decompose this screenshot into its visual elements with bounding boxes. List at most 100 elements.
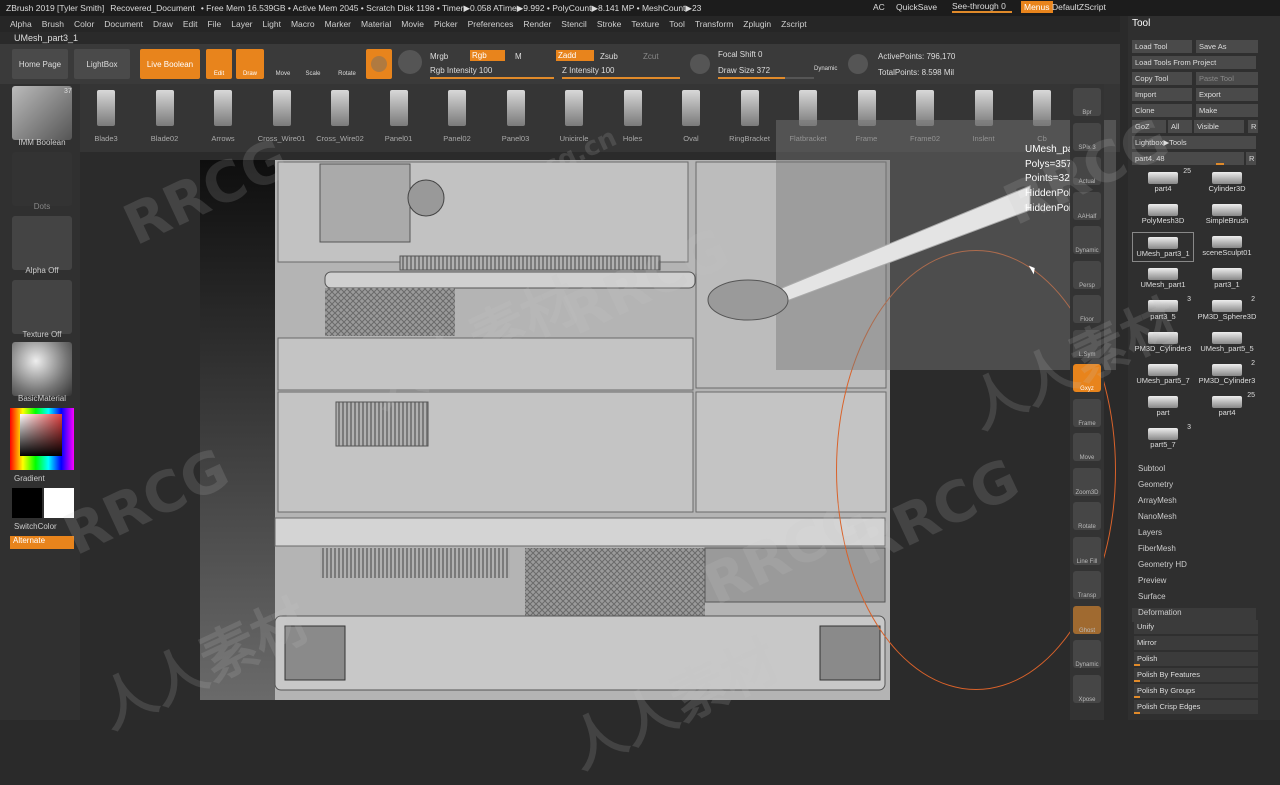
tool-tile-part4[interactable]: part4 25 — [1196, 392, 1258, 422]
m-toggle[interactable]: M — [515, 52, 522, 61]
tool-button-export[interactable]: Export — [1196, 88, 1258, 101]
tool-button-paste-tool[interactable]: Paste Tool — [1196, 72, 1258, 85]
alternate-button[interactable]: Alternate — [10, 536, 74, 549]
see-through-slider[interactable]: See-through 0 — [952, 1, 1012, 13]
menu-alpha[interactable]: Alpha — [10, 19, 32, 29]
tool-button-copy-tool[interactable]: Copy Tool — [1132, 72, 1192, 85]
subpalette-nanomesh[interactable]: NanoMesh — [1138, 512, 1177, 521]
home-page-button[interactable]: Home Page — [12, 49, 68, 79]
menu-render[interactable]: Render — [523, 19, 551, 29]
menu-layer[interactable]: Layer — [231, 19, 252, 29]
menu-edit[interactable]: Edit — [183, 19, 198, 29]
quicksave-button[interactable]: QuickSave — [896, 2, 937, 12]
menu-brush[interactable]: Brush — [42, 19, 64, 29]
subpalette-arraymesh[interactable]: ArrayMesh — [1138, 496, 1177, 505]
tool-tile-scenesculpt01[interactable]: sceneSculpt01 — [1196, 232, 1258, 262]
z-intensity-slider[interactable]: Z Intensity 100 — [562, 66, 680, 79]
menu-macro[interactable]: Macro — [291, 19, 315, 29]
menu-file[interactable]: File — [208, 19, 222, 29]
right-shelf-xpose[interactable]: Xpose — [1073, 674, 1101, 703]
zadd-toggle[interactable]: Zadd — [556, 50, 595, 61]
deform-polish-by-features[interactable]: Polish By Features — [1134, 668, 1258, 682]
mrgb-toggle[interactable]: Mrgb — [430, 52, 448, 61]
tool-tile-part[interactable]: part — [1132, 392, 1194, 422]
draw-button[interactable]: Draw — [236, 49, 264, 79]
subpalette-layers[interactable]: Layers — [1138, 528, 1162, 537]
tool-tile-umesh-part5-5[interactable]: UMesh_part5_5 — [1196, 328, 1258, 358]
brush-ringbracket[interactable]: RingBracket — [722, 86, 778, 148]
move-button[interactable]: Move — [270, 49, 296, 79]
tool-tile-polymesh3d[interactable]: PolyMesh3D — [1132, 200, 1194, 230]
menu-color[interactable]: Color — [74, 19, 94, 29]
menu-document[interactable]: Document — [104, 19, 143, 29]
focal-shift-slider[interactable]: Focal Shift 0 — [718, 50, 762, 59]
default-zscript-button[interactable]: DefaultZScript — [1052, 2, 1106, 12]
stroke-icon[interactable] — [690, 54, 710, 74]
menu-light[interactable]: Light — [263, 19, 281, 29]
edit-button[interactable]: Edit — [206, 49, 232, 79]
subpalette-fibermesh[interactable]: FiberMesh — [1138, 544, 1176, 553]
dynamic-toggle[interactable]: Dynamic — [814, 66, 837, 72]
menu-transform[interactable]: Transform — [695, 19, 733, 29]
part-selector-r-button[interactable]: R — [1246, 152, 1256, 165]
menu-stroke[interactable]: Stroke — [597, 19, 622, 29]
lightbox-button[interactable]: LightBox — [74, 49, 130, 79]
brush-oval[interactable]: Oval — [663, 86, 719, 148]
right-shelf-move[interactable]: Move — [1073, 433, 1101, 461]
subpalette-geometry[interactable]: Geometry — [1138, 480, 1173, 489]
deform-polish-by-groups[interactable]: Polish By Groups — [1134, 684, 1258, 698]
menu-zplugin[interactable]: Zplugin — [743, 19, 771, 29]
right-shelf-persp[interactable]: Persp — [1073, 260, 1101, 289]
dots-stroke-icon[interactable] — [12, 152, 72, 206]
live-boolean-button[interactable]: Live Boolean — [140, 49, 200, 79]
menu-tool[interactable]: Tool — [669, 19, 685, 29]
menu-material[interactable]: Material — [361, 19, 391, 29]
material-sphere-icon[interactable] — [12, 342, 72, 396]
switchcolor-button[interactable]: SwitchColor — [14, 522, 57, 531]
menu-preferences[interactable]: Preferences — [468, 19, 514, 29]
right-shelf-line-fill-polyf[interactable]: Line Fill PolyF — [1073, 536, 1101, 565]
menus-button[interactable]: Menus — [1021, 1, 1053, 13]
subpalette-geometry-hd[interactable]: Geometry HD — [1138, 560, 1187, 569]
imm-brush-thumbnail[interactable] — [12, 86, 72, 140]
menu-movie[interactable]: Movie — [401, 19, 424, 29]
tool-button-r[interactable]: R — [1248, 120, 1258, 133]
tool-button-all[interactable]: All — [1168, 120, 1192, 133]
brush-panel02[interactable]: Panel02 — [429, 86, 485, 148]
menu-texture[interactable]: Texture — [631, 19, 659, 29]
right-shelf-dynamic[interactable]: Dynamic — [1073, 226, 1101, 254]
tool-tile-part5-7[interactable]: part5_7 3 — [1132, 424, 1194, 454]
deform-unify[interactable]: Unify — [1134, 620, 1258, 634]
right-shelf-dynamic-solo[interactable]: Dynamic Solo — [1073, 640, 1101, 668]
brush-sphere-icon[interactable] — [366, 49, 392, 79]
alpha-thumbnail[interactable] — [12, 216, 72, 270]
deform-polish-crisp-edges[interactable]: Polish Crisp Edges — [1134, 700, 1258, 714]
zcut-toggle[interactable]: Zcut — [643, 52, 659, 61]
tool-button-import[interactable]: Import — [1132, 88, 1192, 101]
tool-tile-umesh-part3-1[interactable]: UMesh_part3_1 — [1132, 232, 1194, 262]
subpalette-surface[interactable]: Surface — [1138, 592, 1166, 601]
brush-cross_wire02[interactable]: Cross_Wire02 — [312, 86, 368, 148]
right-shelf-rotate[interactable]: Rotate — [1073, 502, 1101, 530]
tool-tile-cylinder3d[interactable]: Cylinder3D — [1196, 168, 1258, 198]
right-shelf-bpr[interactable]: Bpr — [1073, 88, 1101, 116]
tool-button-visible[interactable]: Visible — [1194, 120, 1244, 133]
alpha-icon[interactable] — [848, 54, 868, 74]
zsub-toggle[interactable]: Zsub — [600, 52, 618, 61]
brush-panel01[interactable]: Panel01 — [371, 86, 427, 148]
right-shelf-ghost[interactable]: Ghost — [1073, 605, 1101, 634]
brush-blade3[interactable]: Blade3 — [78, 86, 134, 148]
right-shelf-zoom3d[interactable]: Zoom3D — [1073, 467, 1101, 496]
menu-picker[interactable]: Picker — [434, 19, 458, 29]
brush-blade02[interactable]: Blade02 — [137, 86, 193, 148]
draw-size-slider[interactable]: Draw Size 372 — [718, 66, 814, 79]
rgb-intensity-slider[interactable]: Rgb Intensity 100 — [430, 66, 554, 79]
menu-stencil[interactable]: Stencil — [561, 19, 587, 29]
scale-button[interactable]: Scale — [300, 49, 326, 79]
color-picker[interactable] — [10, 408, 74, 470]
brush-panel03[interactable]: Panel03 — [488, 86, 544, 148]
brush-settings-icon[interactable] — [398, 50, 422, 74]
tool-button-load-tools-from-project[interactable]: Load Tools From Project — [1132, 56, 1256, 69]
tool-tile-simplebrush[interactable]: SimpleBrush — [1196, 200, 1258, 230]
right-shelf-transp[interactable]: Transp — [1073, 571, 1101, 599]
